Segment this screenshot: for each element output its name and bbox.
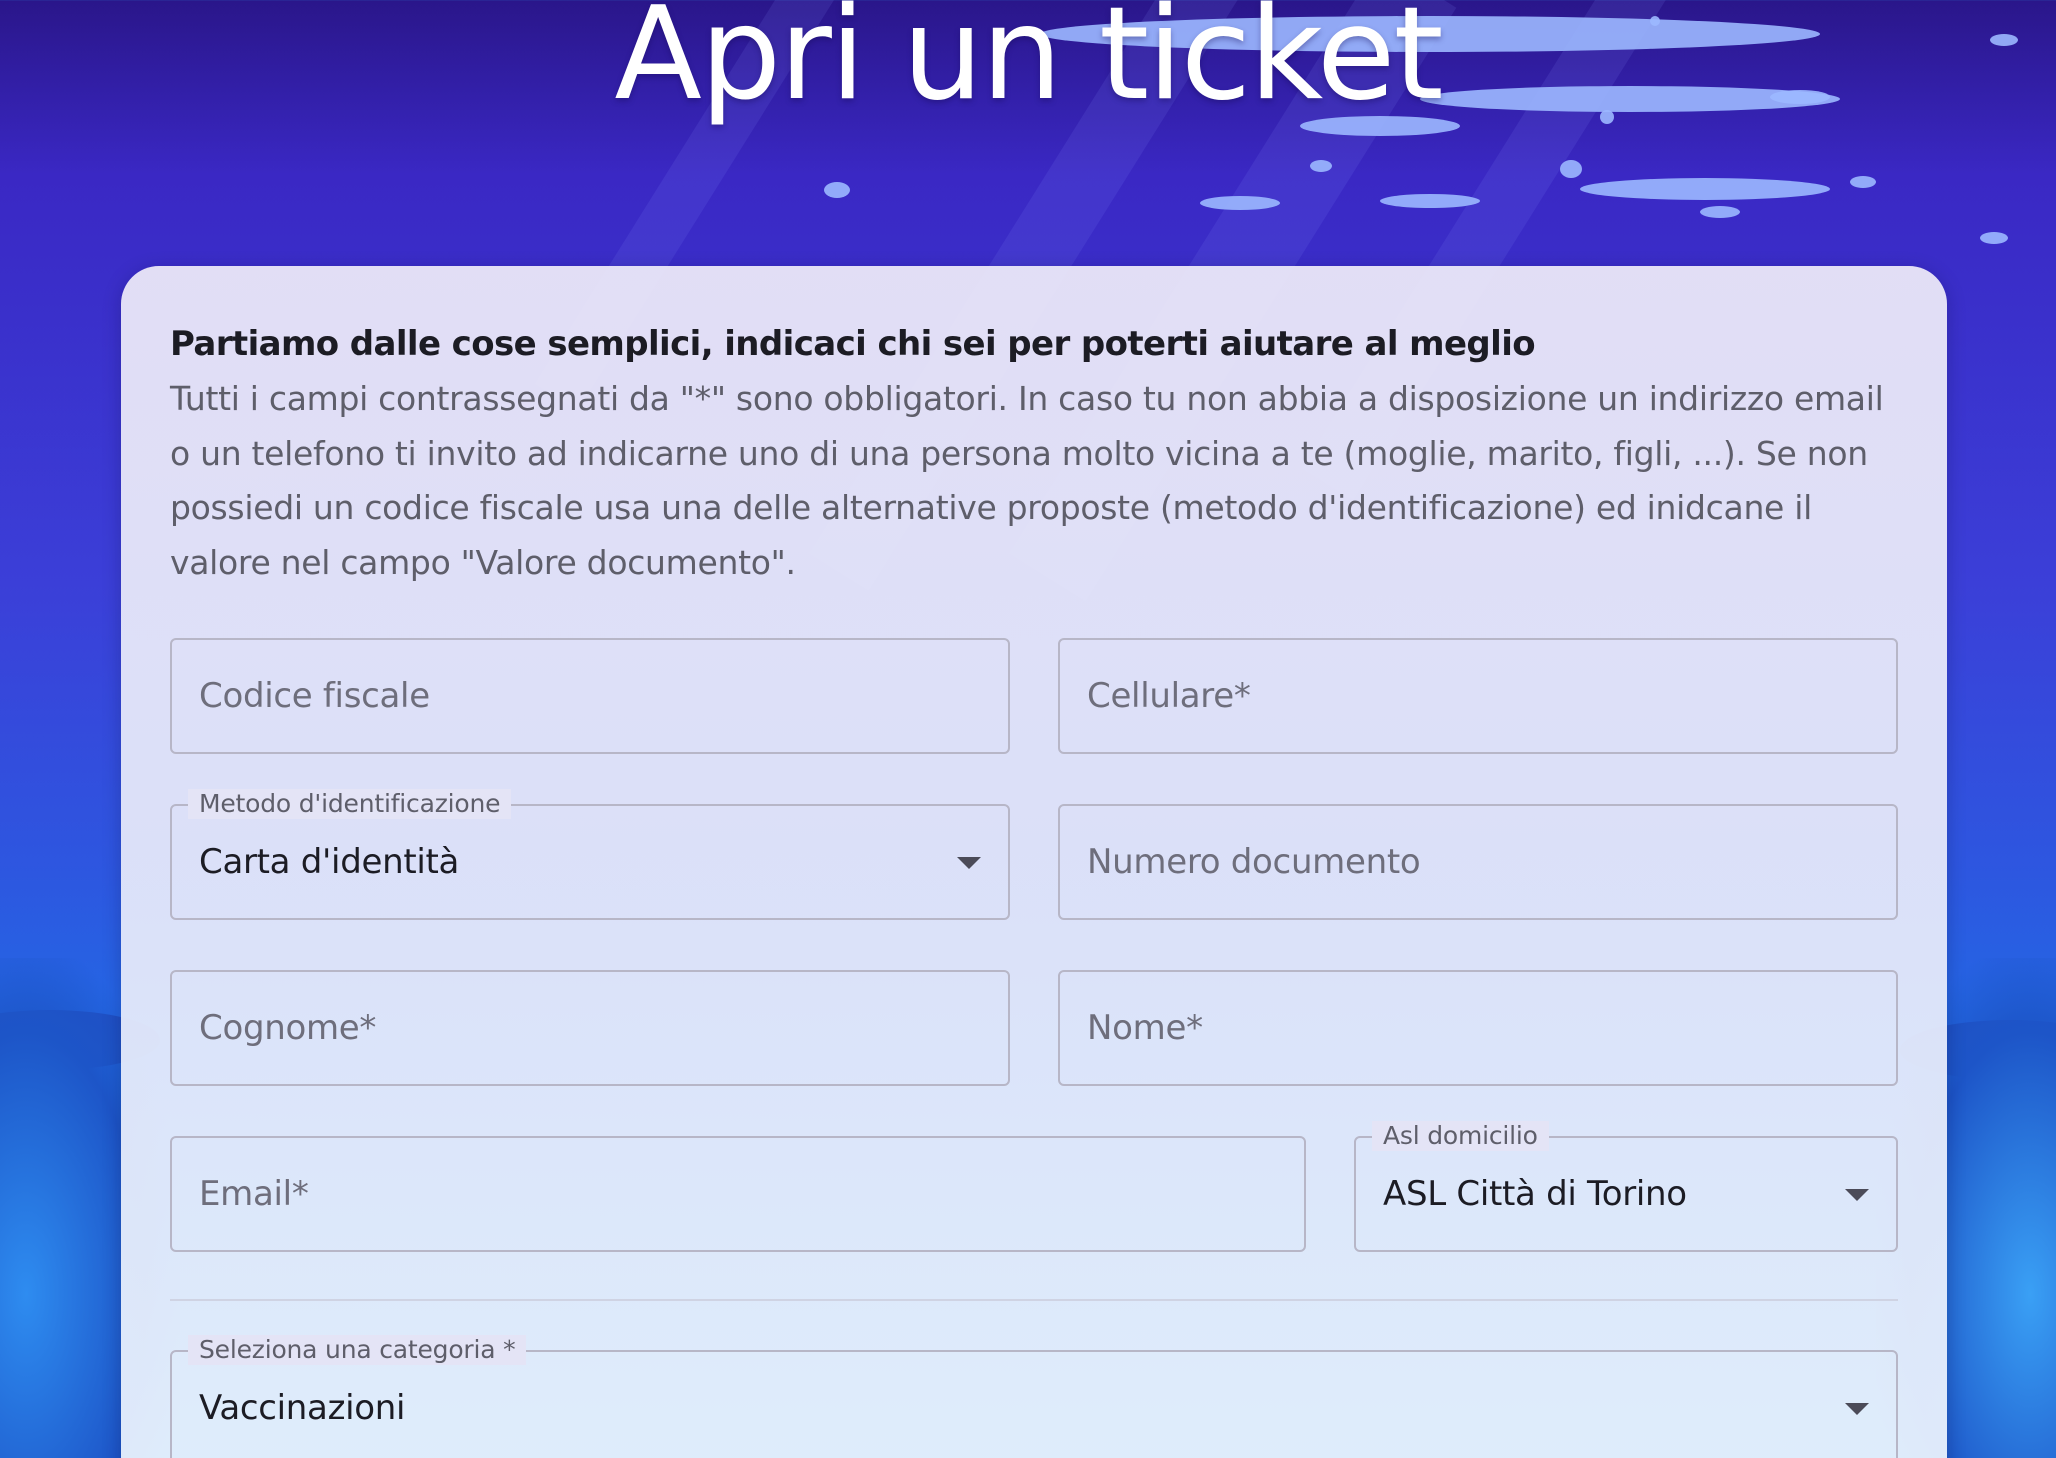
metodo-identificazione-select[interactable]: Metodo d'identificazione Carta d'identit… <box>170 789 1010 920</box>
caret-down-icon <box>1845 1403 1869 1415</box>
numero-documento-field[interactable]: Numero documento <box>1058 804 1898 920</box>
form-intro: Partiamo dalle cose semplici, indicaci c… <box>170 322 1898 590</box>
email-field[interactable]: Email* <box>170 1136 1306 1252</box>
cellulare-placeholder: Cellulare* <box>1087 676 1251 716</box>
intro-text: Tutti i campi contrassegnati da "*" sono… <box>170 379 1884 582</box>
form-divider <box>170 1299 1898 1301</box>
caret-down-icon <box>1845 1189 1869 1201</box>
codice-fiscale-placeholder: Codice fiscale <box>199 676 430 716</box>
cognome-placeholder: Cognome* <box>199 1008 377 1048</box>
ticket-form-card: Partiamo dalle cose semplici, indicaci c… <box>121 266 1947 1458</box>
page-title: Apri un ticket <box>614 0 1443 129</box>
email-placeholder: Email* <box>199 1174 309 1214</box>
cellulare-field[interactable]: Cellulare* <box>1058 638 1898 754</box>
numero-documento-placeholder: Numero documento <box>1087 842 1421 882</box>
cognome-field[interactable]: Cognome* <box>170 970 1010 1086</box>
categoria-value: Vaccinazioni <box>199 1388 406 1428</box>
asl-domicilio-select[interactable]: Asl domicilio ASL Città di Torino <box>1354 1121 1898 1252</box>
codice-fiscale-field[interactable]: Codice fiscale <box>170 638 1010 754</box>
caret-down-icon <box>957 857 981 869</box>
metodo-identificazione-value: Carta d'identità <box>199 842 460 882</box>
nome-placeholder: Nome* <box>1087 1008 1203 1048</box>
nome-field[interactable]: Nome* <box>1058 970 1898 1086</box>
asl-domicilio-value: ASL Città di Torino <box>1383 1174 1687 1214</box>
categoria-select[interactable]: Seleziona una categoria * Vaccinazioni <box>170 1335 1898 1458</box>
intro-heading: Partiamo dalle cose semplici, indicaci c… <box>170 324 1536 364</box>
